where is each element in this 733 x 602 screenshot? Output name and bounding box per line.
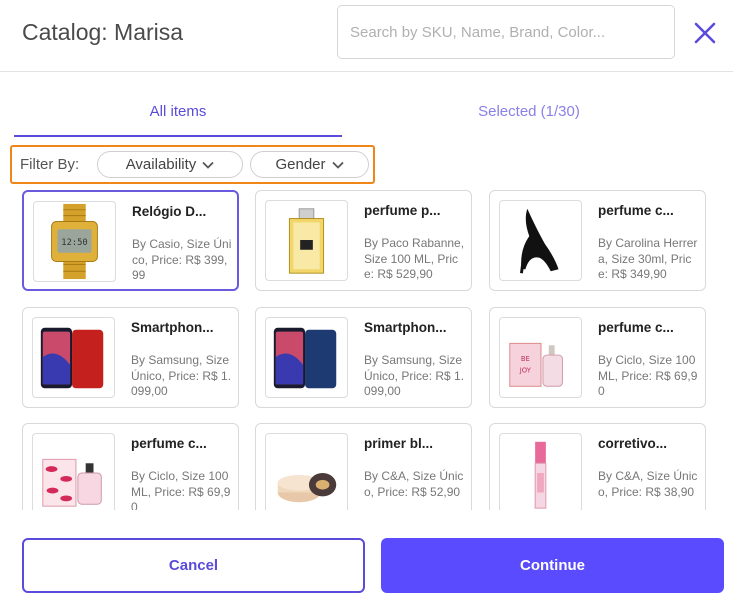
- svg-text:JOY: JOY: [519, 367, 532, 375]
- red-smartphone-icon: [40, 327, 104, 389]
- filter-label: Filter By:: [20, 156, 80, 173]
- product-card[interactable]: primer bl... By C&A, Size Único, Price: …: [255, 423, 472, 510]
- perfume-bottle-icon: [288, 208, 325, 274]
- product-card[interactable]: BE JOY perfume c... By Ciclo, Size 100 M…: [489, 307, 706, 408]
- product-details: By Samsung, Size Único, Price: R$ 1.099,…: [131, 353, 232, 398]
- product-card[interactable]: 12:50 Relógio D... By Casio, Size Único,…: [22, 190, 239, 291]
- product-card[interactable]: perfume c... By Ciclo, Size 100 ML, Pric…: [22, 423, 239, 510]
- product-details: By C&A, Size Único, Price: R$ 38,90: [598, 469, 698, 499]
- product-thumbnail: [265, 433, 348, 510]
- product-card[interactable]: perfume c... By Carolina Herrera, Size 3…: [489, 190, 706, 291]
- product-details: By C&A, Size Único, Price: R$ 52,90: [364, 469, 464, 499]
- availability-filter-label: Availability: [125, 156, 197, 173]
- filter-bar: Filter By: Availability Gender: [10, 145, 375, 184]
- product-details: By Casio, Size Único, Price: R$ 399,99: [132, 237, 232, 282]
- chevron-down-icon: [202, 161, 214, 169]
- page-title: Catalog: Marisa: [22, 19, 184, 45]
- svg-text:12:50: 12:50: [61, 238, 87, 248]
- gender-filter-label: Gender: [275, 156, 326, 173]
- concealer-tube-icon: [534, 441, 547, 509]
- product-thumbnail: [499, 200, 582, 281]
- product-name: perfume p...: [364, 203, 441, 218]
- stiletto-perfume-icon: [520, 208, 559, 274]
- product-name: perfume c...: [131, 436, 207, 451]
- tab-selected[interactable]: Selected (1/30): [364, 95, 694, 137]
- svg-text:BE: BE: [521, 355, 530, 363]
- tab-bar: All items Selected (1/30): [14, 95, 718, 137]
- product-name: corretivo...: [598, 436, 668, 451]
- product-name: Smartphon...: [364, 320, 447, 335]
- product-details: By Ciclo, Size 100 ML, Price: R$ 69,90: [598, 353, 698, 398]
- chevron-down-icon: [331, 161, 344, 169]
- search-input[interactable]: [337, 5, 675, 59]
- product-name: perfume c...: [598, 320, 674, 335]
- product-card[interactable]: Smartphon... By Samsung, Size Único, Pri…: [255, 307, 472, 408]
- primer-jar-icon: [277, 473, 337, 503]
- product-card[interactable]: perfume p... By Paco Rabanne, Size 100 M…: [255, 190, 472, 291]
- product-name: Smartphon...: [131, 320, 214, 335]
- product-name: Relógio D...: [132, 204, 207, 219]
- pink-perfume-box-icon: BE JOY: [509, 342, 563, 387]
- gold-watch-icon: 12:50: [51, 203, 98, 280]
- modal-footer: Cancel Continue: [0, 512, 733, 602]
- product-details: By Carolina Herrera, Size 30ml, Price: R…: [598, 236, 698, 281]
- product-thumbnail: [32, 317, 115, 398]
- blue-smartphone-icon: [273, 327, 337, 389]
- product-thumbnail: [32, 433, 115, 510]
- product-thumbnail: [265, 200, 348, 281]
- cancel-button[interactable]: Cancel: [22, 538, 365, 593]
- continue-button[interactable]: Continue: [381, 538, 724, 593]
- modal-header: Catalog: Marisa: [0, 0, 733, 72]
- product-name: primer bl...: [364, 436, 434, 451]
- product-thumbnail: BE JOY: [499, 317, 582, 398]
- product-thumbnail: [499, 433, 582, 510]
- product-thumbnail: 12:50: [33, 201, 116, 282]
- product-details: By Samsung, Size Único, Price: R$ 1.099,…: [364, 353, 465, 398]
- product-details: By Paco Rabanne, Size 100 ML, Price: R$ …: [364, 236, 465, 281]
- product-grid: 12:50 Relógio D... By Casio, Size Único,…: [22, 190, 712, 510]
- product-name: perfume c...: [598, 203, 674, 218]
- product-card[interactable]: Smartphon... By Samsung, Size Único, Pri…: [22, 307, 239, 408]
- gender-filter[interactable]: Gender: [250, 151, 369, 178]
- lips-perfume-box-icon: [42, 458, 102, 507]
- close-icon[interactable]: [690, 18, 720, 48]
- availability-filter[interactable]: Availability: [97, 151, 243, 178]
- product-thumbnail: [265, 317, 348, 398]
- tab-all-items[interactable]: All items: [14, 95, 342, 137]
- product-card[interactable]: corretivo... By C&A, Size Único, Price: …: [489, 423, 706, 510]
- product-details: By Ciclo, Size 100 ML, Price: R$ 69,90: [131, 469, 231, 510]
